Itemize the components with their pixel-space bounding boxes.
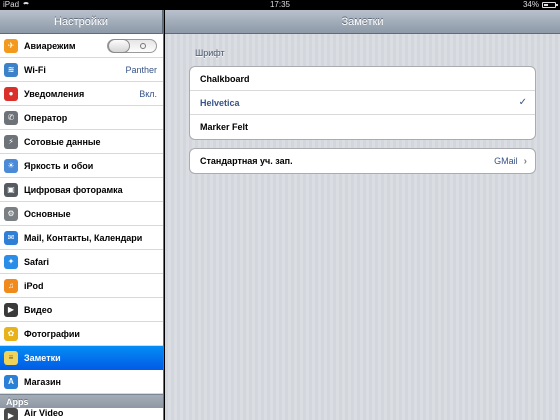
photo-frame-icon: ▣ [4, 182, 18, 197]
battery-percent: 34% [522, 0, 539, 9]
sidebar-item-label: Цифровая фоторамка [24, 184, 123, 195]
sidebar-item-airplane[interactable]: ✈ Авиарежим [0, 34, 163, 58]
sidebar-item-video[interactable]: ▶ Видео [0, 298, 163, 322]
sidebar-item-ipod[interactable]: ♫ iPod [0, 274, 163, 298]
sidebar-item-brightness[interactable]: ☀ Яркость и обои [0, 154, 163, 178]
sidebar-item-label: Авиарежим [24, 40, 76, 51]
font-option-helvetica[interactable]: Helvetica ✓ [190, 91, 535, 115]
sidebar-item-notes[interactable]: ≡ Заметки [0, 346, 163, 370]
default-account-value: GMail [494, 156, 518, 166]
settings-sidebar: Настройки ✈ Авиарежим ≋ Wi-Fi Panther ● Уведом… [0, 10, 164, 420]
font-option-chalkboard[interactable]: Chalkboard [190, 67, 535, 91]
notes-settings-pane: Заметки Шрифт Chalkboard Helvetica ✓ Marker… [165, 10, 560, 420]
sidebar-item-label: Оператор [24, 112, 68, 123]
apps-section-header: Apps [0, 394, 163, 408]
sidebar-item-label: Фотографии [24, 328, 80, 339]
ipod-icon: ♫ [4, 278, 18, 293]
safari-icon: ✦ [4, 254, 18, 269]
checkmark-icon: ✓ [518, 97, 527, 108]
sidebar-item-label: Mail, Контакты, Календари [24, 232, 143, 243]
sidebar-item-label: Уведомления [24, 88, 85, 99]
store-icon: A [4, 374, 18, 389]
sidebar-item-label: Яркость и обои [24, 160, 94, 171]
wifi-icon: ≋ [4, 62, 18, 77]
settings-list: ✈ Авиарежим ≋ Wi-Fi Panther ● Уведомления Вкл. ✆… [0, 34, 163, 394]
sidebar-item-safari[interactable]: ✦ Safari [0, 250, 163, 274]
sidebar-item-value: Вкл. [139, 88, 157, 99]
sidebar-item-store[interactable]: A Магазин [0, 370, 163, 394]
sidebar-item-gear[interactable]: ⚙ Основные [0, 202, 163, 226]
sidebar-item-label: Сотовые данные [24, 136, 101, 147]
sidebar-item-label: Заметки [24, 352, 61, 363]
sidebar-item-phone[interactable]: ✆ Оператор [0, 106, 163, 130]
sidebar-item-sunflower[interactable]: ✿ Фотографии [0, 322, 163, 346]
page-title: Заметки [165, 10, 560, 34]
brightness-icon: ☀ [4, 158, 18, 173]
sidebar-item-label: Safari [24, 256, 50, 267]
sidebar-item-wifi[interactable]: ≋ Wi-Fi Panther [0, 58, 163, 82]
sidebar-item-label: Основные [24, 208, 71, 219]
sidebar-item-value: Panther [125, 64, 157, 75]
phone-icon: ✆ [4, 110, 18, 125]
sidebar-item-label: Видео [24, 304, 53, 315]
status-bar: iPad 17:35 34% [0, 0, 560, 10]
sunflower-icon: ✿ [4, 326, 18, 341]
font-option-label: Marker Felt [200, 122, 249, 132]
airplane-icon: ✈ [4, 38, 18, 53]
airplane-mode-toggle[interactable] [107, 38, 157, 53]
battery-icon [542, 2, 558, 8]
sidebar-title: Настройки [0, 10, 163, 34]
sidebar-item-label: Air Video [24, 408, 64, 418]
chevron-right-icon: › [523, 155, 527, 167]
default-account-label: Стандартная уч. зап. [200, 156, 293, 166]
notifications-icon: ● [4, 86, 18, 101]
font-option-marker-felt[interactable]: Marker Felt [190, 115, 535, 139]
cellular-icon: ⚡ [4, 134, 18, 149]
video-icon: ▶ [4, 302, 18, 317]
mail-icon: ✉ [4, 230, 18, 245]
clock: 17:35 [269, 0, 291, 9]
font-option-label: Helvetica [200, 97, 240, 108]
sidebar-item-air-video[interactable]: ▶ Air Video [0, 408, 163, 420]
font-option-label: Chalkboard [200, 73, 250, 84]
sidebar-item-cellular[interactable]: ⚡ Сотовые данные [0, 130, 163, 154]
air-video-icon: ▶ [4, 408, 18, 420]
sidebar-item-photo-frame[interactable]: ▣ Цифровая фоторамка [0, 178, 163, 202]
sidebar-item-label: iPod [24, 280, 44, 291]
default-account-row[interactable]: Стандартная уч. зап. GMail › [190, 149, 535, 173]
font-options-group: Chalkboard Helvetica ✓ Marker Felt [189, 66, 536, 140]
sidebar-item-mail[interactable]: ✉ Mail, Контакты, Календари [0, 226, 163, 250]
sidebar-item-label: Wi-Fi [24, 64, 46, 75]
sidebar-item-label: Магазин [24, 376, 61, 387]
notes-icon: ≡ [4, 350, 18, 365]
account-group: Стандартная уч. зап. GMail › [189, 148, 536, 174]
font-group-label: Шрифт [195, 48, 225, 58]
sidebar-item-notifications[interactable]: ● Уведомления Вкл. [0, 82, 163, 106]
gear-icon: ⚙ [4, 206, 18, 221]
